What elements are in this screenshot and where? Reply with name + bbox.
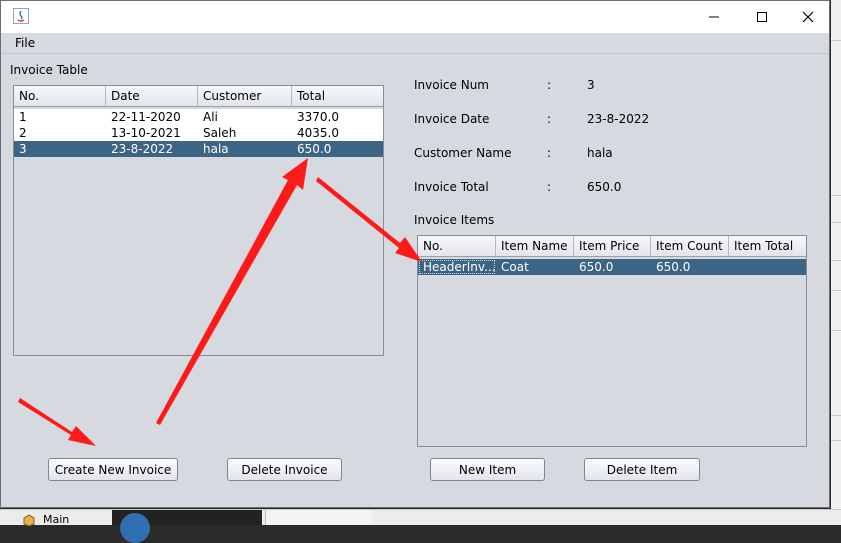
invoice-items-title: Invoice Items (414, 213, 495, 227)
table-row-selected[interactable]: HeaderInv... Coat 650.0 650.0 (418, 259, 806, 275)
cell-total: 4035.0 (297, 126, 339, 140)
column-header-no[interactable]: No. (14, 86, 106, 106)
invoice-num-label: Invoice Num (414, 78, 489, 92)
new-item-button[interactable]: New Item (430, 458, 545, 481)
invoice-total-label: Invoice Total (414, 180, 489, 194)
column-header-item-name[interactable]: Item Name (496, 236, 574, 256)
delete-item-button[interactable]: Delete Item (584, 458, 700, 481)
delete-invoice-button[interactable]: Delete Invoice (227, 458, 342, 481)
cell-customer: Ali (203, 110, 218, 124)
menu-file[interactable]: File (15, 36, 35, 50)
close-button[interactable] (785, 1, 831, 32)
separator: : (547, 112, 552, 126)
background-panel (265, 510, 372, 525)
column-header-item-count[interactable]: Item Count (651, 236, 729, 256)
table-row-selected[interactable]: 3 23-8-2022 hala 650.0 (14, 141, 383, 157)
separator: : (547, 180, 552, 194)
invoice-table-header: No. Date Customer Total (14, 86, 383, 107)
invoice-date-value: 23-8-2022 (587, 112, 650, 126)
create-new-invoice-button[interactable]: Create New Invoice (48, 458, 178, 481)
cell-date: 22-11-2020 (111, 110, 181, 124)
invoice-items-table[interactable]: No. Item Name Item Price Item Count Item… (417, 235, 807, 447)
column-header-no[interactable]: No. (418, 236, 496, 256)
invoice-num-value: 3 (587, 78, 595, 92)
invoice-table-title: Invoice Table (10, 63, 88, 77)
maximize-button[interactable] (739, 1, 785, 32)
background-window-edge (831, 0, 841, 524)
cell-item-count: 650.0 (656, 260, 691, 274)
cell-no: 3 (19, 142, 27, 156)
column-header-customer[interactable]: Customer (198, 86, 292, 106)
cell-total: 3370.0 (297, 110, 339, 124)
background-taskbar: Main (0, 509, 841, 543)
cell-customer: hala (203, 142, 229, 156)
maximize-icon (757, 11, 767, 22)
customer-name-label: Customer Name (414, 146, 512, 160)
cell-no: 1 (19, 110, 27, 124)
separator: : (547, 78, 552, 92)
cell-item-price: 650.0 (579, 260, 614, 274)
cell-item-name: Coat (501, 260, 529, 274)
table-row[interactable]: 2 13-10-2021 Saleh 4035.0 (14, 125, 383, 141)
menu-bar: File (1, 33, 829, 54)
cell-no: 2 (19, 126, 27, 140)
invoice-date-label: Invoice Date (414, 112, 490, 126)
close-icon (802, 11, 814, 22)
package-icon (23, 514, 35, 526)
title-bar[interactable] (1, 1, 829, 33)
table-row[interactable]: 1 22-11-2020 Ali 3370.0 (14, 109, 383, 125)
cell-date: 13-10-2021 (111, 126, 181, 140)
cell-customer: Saleh (203, 126, 237, 140)
java-app-icon (13, 8, 29, 24)
cell-no: HeaderInv... (418, 259, 496, 275)
column-header-item-total[interactable]: Item Total (729, 236, 806, 256)
cell-item-total (729, 259, 806, 275)
separator: : (547, 146, 552, 160)
cell-date: 23-8-2022 (111, 142, 174, 156)
column-header-date[interactable]: Date (106, 86, 198, 106)
invoice-table[interactable]: No. Date Customer Total 1 22-11-2020 Ali… (13, 85, 384, 356)
column-header-total[interactable]: Total (292, 86, 383, 106)
background-tab-main[interactable]: Main (18, 513, 98, 526)
customer-name-value: hala (587, 146, 613, 160)
column-header-item-price[interactable]: Item Price (574, 236, 651, 256)
invoice-total-value: 650.0 (587, 180, 622, 194)
background-tab-label: Main (43, 513, 70, 526)
cell-total: 650.0 (297, 142, 332, 156)
app-window: File Invoice Table No. Date Customer Tot… (0, 0, 830, 508)
background-circle-button (120, 513, 150, 543)
minimize-icon (709, 16, 719, 17)
items-table-header: No. Item Name Item Price Item Count Item… (418, 236, 806, 257)
minimize-button[interactable] (691, 1, 737, 32)
